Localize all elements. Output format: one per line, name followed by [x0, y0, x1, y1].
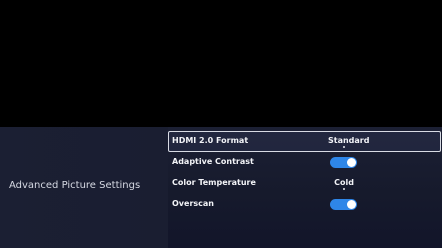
- overscan-toggle[interactable]: [330, 199, 357, 210]
- settings-panel: Advanced Picture Settings HDMI 2.0 Forma…: [0, 127, 442, 248]
- toggle-knob: [347, 158, 356, 167]
- value-selector-indicator-icon: [343, 146, 345, 148]
- menu-item-label: Color Temperature: [172, 178, 256, 187]
- value-selector-indicator-icon: [343, 188, 345, 190]
- menu-item-hdmi-2-0-format[interactable]: HDMI 2.0 Format Standard: [168, 131, 441, 152]
- tv-screen: Advanced Picture Settings HDMI 2.0 Forma…: [0, 0, 442, 248]
- menu-item-overscan[interactable]: Overscan: [168, 194, 441, 215]
- settings-menu: HDMI 2.0 Format Standard Adaptive Contra…: [168, 131, 441, 215]
- section-pane: Advanced Picture Settings: [0, 127, 168, 248]
- menu-item-label: Adaptive Contrast: [172, 157, 254, 166]
- menu-item-value: Cold: [334, 178, 354, 187]
- menu-item-value: Standard: [328, 136, 370, 145]
- menu-item-label: Overscan: [172, 199, 214, 208]
- section-title: Advanced Picture Settings: [9, 180, 141, 191]
- toggle-knob: [347, 200, 356, 209]
- menu-item-color-temperature[interactable]: Color Temperature Cold: [168, 173, 441, 194]
- adaptive-contrast-toggle[interactable]: [330, 157, 357, 168]
- menu-item-label: HDMI 2.0 Format: [172, 136, 249, 145]
- menu-item-adaptive-contrast[interactable]: Adaptive Contrast: [168, 152, 441, 173]
